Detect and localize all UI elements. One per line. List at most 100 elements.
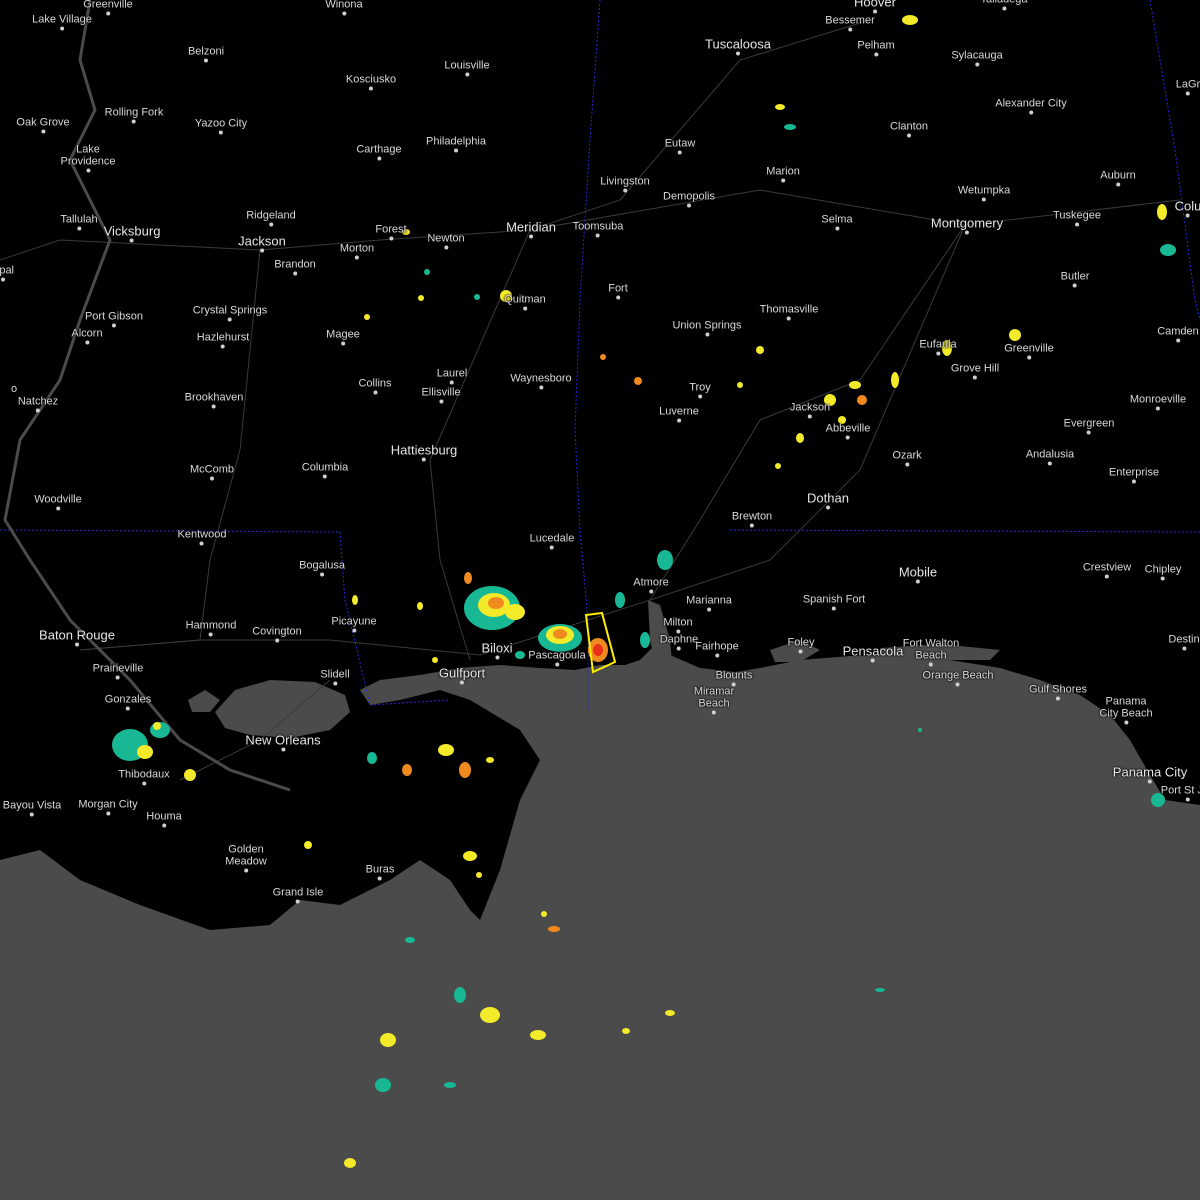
city-dot-icon: [871, 658, 875, 663]
place-label: Pelham: [857, 40, 895, 57]
place-label: Lake Providence: [60, 144, 116, 173]
place-label: Rolling Fork: [105, 107, 163, 124]
place-label: Dothan: [807, 492, 849, 510]
city-dot-icon: [555, 662, 559, 667]
place-label: Woodville: [34, 494, 82, 511]
city-dot-icon: [1161, 576, 1165, 581]
place-label: Marion: [766, 166, 800, 183]
place-label: Jackson: [238, 235, 286, 253]
city-dot-icon: [522, 306, 527, 311]
city-dot-icon: [376, 156, 381, 161]
place-label: Grand Isle: [273, 887, 323, 904]
city-dot-icon: [341, 11, 346, 16]
city-dot-icon: [1028, 110, 1033, 115]
city-dot-icon: [227, 317, 232, 322]
place-label: Selma: [821, 214, 853, 231]
place-label: Winona: [325, 0, 363, 16]
place-label: Morgan City: [78, 799, 138, 816]
place-label: Demopolis: [663, 191, 715, 208]
city-dot-icon: [1123, 720, 1128, 725]
city-dot-icon: [212, 404, 216, 409]
city-dot-icon: [687, 203, 691, 208]
city-dot-icon: [75, 642, 79, 647]
place-label: Enterprise: [1109, 467, 1159, 484]
place-label: Colu: [1175, 200, 1200, 218]
place-label: Destin: [1168, 634, 1200, 651]
city-dot-icon: [982, 197, 986, 202]
place-label: Yazoo City: [195, 118, 247, 135]
place-label: Greenville: [1004, 343, 1054, 360]
place-label: Marianna: [686, 595, 732, 612]
city-dot-icon: [835, 226, 839, 231]
place-label: Louisville: [444, 60, 490, 77]
place-label: Ellisville: [421, 387, 461, 404]
city-dot-icon: [106, 11, 110, 16]
city-dot-icon: [956, 682, 960, 687]
place-label: Magee: [326, 329, 360, 346]
city-dot-icon: [443, 245, 448, 250]
city-dot-icon: [825, 505, 830, 510]
place-label: Eufaula: [919, 339, 957, 356]
place-label: Ozark: [892, 450, 922, 467]
place-label: Houma: [146, 811, 182, 828]
city-dot-icon: [320, 572, 324, 577]
city-dot-icon: [274, 638, 279, 643]
city-dot-icon: [595, 233, 600, 238]
place-label: Prairieville: [93, 663, 143, 680]
place-label: Troy: [689, 382, 711, 399]
place-label: Vicksburg: [104, 225, 160, 243]
place-label: McComb: [190, 464, 234, 481]
city-dot-icon: [130, 238, 134, 243]
city-dot-icon: [268, 222, 273, 227]
city-dot-icon: [676, 646, 681, 651]
city-dot-icon: [105, 811, 110, 816]
city-dot-icon: [220, 344, 225, 349]
place-label: Atmore: [633, 577, 669, 594]
place-label: Tallulah: [60, 214, 98, 231]
city-dot-icon: [85, 340, 89, 345]
place-label: Morton: [340, 243, 374, 260]
city-dot-icon: [162, 823, 166, 828]
city-dot-icon: [460, 680, 464, 685]
city-dot-icon: [872, 9, 877, 14]
place-label: Panama City Beach: [1099, 696, 1153, 725]
city-dot-icon: [906, 133, 911, 138]
place-label: Brandon: [274, 259, 316, 276]
place-label: Port Gibson: [85, 311, 143, 328]
city-dot-icon: [1175, 338, 1180, 343]
place-label: Oak Grove: [16, 117, 70, 134]
city-dot-icon: [439, 399, 443, 404]
city-dot-icon: [112, 323, 116, 328]
city-dot-icon: [845, 435, 850, 440]
city-dot-icon: [296, 899, 300, 904]
place-label: Bessemer: [825, 15, 875, 32]
place-label: Brewton: [732, 511, 772, 528]
place-label: Fairhope: [695, 641, 739, 658]
city-dot-icon: [35, 408, 40, 413]
city-dot-icon: [1147, 779, 1152, 784]
place-label: Spanish Fort: [803, 594, 865, 611]
city-dot-icon: [915, 579, 920, 584]
city-dot-icon: [243, 868, 248, 873]
place-label: Buras: [366, 864, 394, 881]
city-dot-icon: [736, 51, 740, 56]
place-label: Foley: [788, 637, 814, 654]
city-dot-icon: [368, 86, 373, 91]
place-label: Bayou Vista: [3, 800, 61, 817]
city-dot-icon: [332, 681, 337, 686]
city-dot-icon: [1156, 406, 1160, 411]
place-label: Quitman: [504, 294, 546, 311]
city-dot-icon: [494, 655, 499, 660]
place-label: Gulfport: [439, 667, 485, 685]
place-label: Grove Hill: [951, 363, 999, 380]
city-dot-icon: [1185, 797, 1190, 802]
city-dot-icon: [807, 414, 812, 419]
place-label: LaGr: [1176, 79, 1200, 96]
place-label: Andalusia: [1026, 449, 1074, 466]
radar-map[interactable]: Greenville Winona Lake Village Belzoni Louis…: [0, 0, 1200, 1200]
place-label: Gonzales: [105, 694, 151, 711]
place-label: Livingston: [600, 176, 650, 193]
place-label: Pascagoula: [528, 650, 586, 667]
place-label: Kosciusko: [346, 74, 396, 91]
city-dot-icon: [378, 876, 382, 881]
